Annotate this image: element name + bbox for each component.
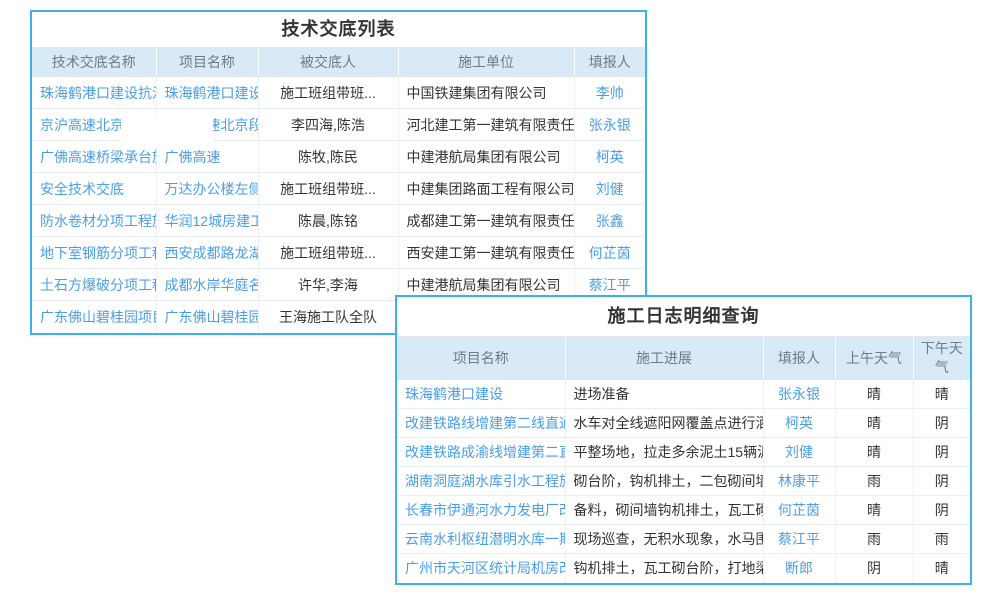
project-name-cell[interactable]: 珠海鹤港口建设 bbox=[397, 380, 565, 409]
table-row: 改建铁路线增建第二线直通线 水车对全线遮阳网覆盖点进行洒... 柯英 晴 阴 bbox=[397, 409, 970, 438]
progress-cell: 进场准备 bbox=[565, 380, 763, 409]
table-row: 地下室钢筋分项工程... 西安成都路龙湖上... 施工班组带班... 西安建工第… bbox=[32, 237, 645, 269]
construction-log-panel: 施工日志明细查询 项目名称 施工进展 填报人 上午天气 下午天气 珠海鹤港口建设… bbox=[395, 295, 972, 585]
receiver-cell: 施工班组带班... bbox=[258, 237, 398, 269]
reporter-cell[interactable]: 何芷茵 bbox=[763, 496, 835, 525]
project-name-cell[interactable]: 珠海鹤港口建设 bbox=[156, 77, 258, 109]
project-name-cell[interactable]: 湖南洞庭湖水库引水工程施工 bbox=[397, 467, 565, 496]
morning-weather-cell: 雨 bbox=[835, 467, 913, 496]
morning-weather-cell: 晴 bbox=[835, 409, 913, 438]
progress-cell: 钩机排土，瓦工砌台阶，打地梁... bbox=[565, 554, 763, 583]
morning-weather-cell: 晴 bbox=[835, 438, 913, 467]
company-cell: 成都建工第一建筑有限责任公司 bbox=[398, 205, 574, 237]
progress-cell: 水车对全线遮阳网覆盖点进行洒... bbox=[565, 409, 763, 438]
construction-log-table: 项目名称 施工进展 填报人 上午天气 下午天气 珠海鹤港口建设 进场准备 张永银… bbox=[397, 336, 970, 583]
disclosure-header-row: 技术交底名称 项目名称 被交底人 施工单位 填报人 bbox=[32, 48, 645, 77]
column-header-morning-weather: 上午天气 bbox=[835, 337, 913, 380]
table-row: 广州市天河区统计局机房改造项 钩机排土，瓦工砌台阶，打地梁... 断郎 阴 晴 bbox=[397, 554, 970, 583]
disclosure-name-cell[interactable]: 地下室钢筋分项工程... bbox=[32, 237, 156, 269]
reporter-cell[interactable]: 柯英 bbox=[574, 141, 645, 173]
disclosure-name-cell[interactable]: 土石方爆破分项工程... bbox=[32, 269, 156, 301]
progress-cell: 备料，砌间墙钩机排土，瓦工砌... bbox=[565, 496, 763, 525]
project-name-cell[interactable]: 西安成都路龙湖上... bbox=[156, 237, 258, 269]
column-header-reporter: 填报人 bbox=[574, 48, 645, 77]
morning-weather-cell: 雨 bbox=[835, 525, 913, 554]
column-header-progress: 施工进展 bbox=[565, 337, 763, 380]
afternoon-weather-cell: 晴 bbox=[913, 554, 970, 583]
afternoon-weather-cell: 阴 bbox=[913, 496, 970, 525]
column-header-afternoon-weather: 下午天气 bbox=[913, 337, 970, 380]
receiver-cell: 施工班组带班... bbox=[258, 77, 398, 109]
afternoon-weather-cell: 雨 bbox=[913, 525, 970, 554]
company-cell: 西安建工第一建筑有限责任公司 bbox=[398, 237, 574, 269]
reporter-cell[interactable]: 张鑫 bbox=[574, 205, 645, 237]
project-name-cell[interactable]: 成都水岸华庭名苑... bbox=[156, 269, 258, 301]
disclosure-name-cell[interactable]: 安全技术交底 bbox=[32, 173, 156, 205]
table-row: 安全技术交底 万达办公楼左侧A... 施工班组带班... 中建集团路面工程有限公… bbox=[32, 173, 645, 205]
table-row: 改建铁路成渝线增建第二直通线 平整场地，拉走多余泥土15辆泥... 刘健 晴 阴 bbox=[397, 438, 970, 467]
reporter-cell[interactable]: 刘健 bbox=[763, 438, 835, 467]
disclosure-list-panel: 技术交底列表 技术交底名称 项目名称 被交底人 施工单位 填报人 珠海鹤港口建设… bbox=[30, 10, 647, 335]
reporter-cell[interactable]: 刘健 bbox=[574, 173, 645, 205]
receiver-cell: 许华,李海 bbox=[258, 269, 398, 301]
column-header-disclosure-name: 技术交底名称 bbox=[32, 48, 156, 77]
progress-cell: 现场巡查，无积水现象，水马围... bbox=[565, 525, 763, 554]
reporter-cell[interactable]: 何芷茵 bbox=[574, 237, 645, 269]
afternoon-weather-cell: 阴 bbox=[913, 438, 970, 467]
table-row: 珠海鹤港口建设抗浮... 珠海鹤港口建设 施工班组带班... 中国铁建集团有限公… bbox=[32, 77, 645, 109]
reporter-cell[interactable]: 李帅 bbox=[574, 77, 645, 109]
project-name-cell[interactable]: 广州市天河区统计局机房改造项 bbox=[397, 554, 565, 583]
morning-weather-cell: 晴 bbox=[835, 380, 913, 409]
project-name-cell[interactable]: 广东佛山碧桂园项目 bbox=[156, 301, 258, 333]
company-cell: 中建港航局集团有限公司 bbox=[398, 141, 574, 173]
company-cell: 河北建工第一建筑有限责任公司 bbox=[398, 109, 574, 141]
log-header-row: 项目名称 施工进展 填报人 上午天气 下午天气 bbox=[397, 337, 970, 380]
progress-cell: 砌台阶，钩机排土，二包砌间墙... bbox=[565, 467, 763, 496]
morning-weather-cell: 晴 bbox=[835, 496, 913, 525]
progress-cell: 平整场地，拉走多余泥土15辆泥... bbox=[565, 438, 763, 467]
table-row: 珠海鹤港口建设 进场准备 张永银 晴 晴 bbox=[397, 380, 970, 409]
reporter-cell[interactable]: 蔡江平 bbox=[763, 525, 835, 554]
receiver-cell: 陈晨,陈铭 bbox=[258, 205, 398, 237]
white-overlay-artifact bbox=[121, 115, 213, 147]
disclosure-name-cell[interactable]: 广东佛山碧桂园项目... bbox=[32, 301, 156, 333]
project-name-cell[interactable]: 华润12城房建工... bbox=[156, 205, 258, 237]
reporter-cell[interactable]: 断郎 bbox=[763, 554, 835, 583]
table-row: 防水卷材分项工程施... 华润12城房建工... 陈晨,陈铭 成都建工第一建筑有… bbox=[32, 205, 645, 237]
table-row: 长春市伊通河水力发电厂改建工 备料，砌间墙钩机排土，瓦工砌... 何芷茵 晴 阴 bbox=[397, 496, 970, 525]
page: { "colors": { "accent_border": "#3ab4e8"… bbox=[0, 0, 1000, 600]
project-name-cell[interactable]: 改建铁路线增建第二线直通线 bbox=[397, 409, 565, 438]
reporter-cell[interactable]: 张永银 bbox=[763, 380, 835, 409]
column-header-project-name: 项目名称 bbox=[397, 337, 565, 380]
disclosure-name-cell[interactable]: 珠海鹤港口建设抗浮... bbox=[32, 77, 156, 109]
afternoon-weather-cell: 晴 bbox=[913, 380, 970, 409]
reporter-cell[interactable]: 柯英 bbox=[763, 409, 835, 438]
table-row: 云南水利枢纽潜明水库一期工程 现场巡查，无积水现象，水马围... 蔡江平 雨 雨 bbox=[397, 525, 970, 554]
project-name-cell[interactable]: 万达办公楼左侧A... bbox=[156, 173, 258, 205]
receiver-cell: 李四海,陈浩 bbox=[258, 109, 398, 141]
project-name-cell[interactable]: 云南水利枢纽潜明水库一期工程 bbox=[397, 525, 565, 554]
column-header-project-name: 项目名称 bbox=[156, 48, 258, 77]
afternoon-weather-cell: 阴 bbox=[913, 409, 970, 438]
reporter-cell[interactable]: 张永银 bbox=[574, 109, 645, 141]
company-cell: 中建集团路面工程有限公司 bbox=[398, 173, 574, 205]
reporter-cell[interactable]: 林康平 bbox=[763, 467, 835, 496]
disclosure-table: 技术交底名称 项目名称 被交底人 施工单位 填报人 珠海鹤港口建设抗浮... 珠… bbox=[32, 47, 645, 333]
disclosure-list-title: 技术交底列表 bbox=[32, 12, 645, 47]
morning-weather-cell: 阴 bbox=[835, 554, 913, 583]
company-cell: 中国铁建集团有限公司 bbox=[398, 77, 574, 109]
column-header-company: 施工单位 bbox=[398, 48, 574, 77]
column-header-reporter: 填报人 bbox=[763, 337, 835, 380]
disclosure-name-cell[interactable]: 防水卷材分项工程施... bbox=[32, 205, 156, 237]
construction-log-title: 施工日志明细查询 bbox=[397, 297, 970, 336]
project-name-cell[interactable]: 改建铁路成渝线增建第二直通线 bbox=[397, 438, 565, 467]
afternoon-weather-cell: 阴 bbox=[913, 467, 970, 496]
receiver-cell: 施工班组带班... bbox=[258, 173, 398, 205]
project-name-cell[interactable]: 长春市伊通河水力发电厂改建工 bbox=[397, 496, 565, 525]
column-header-receiver: 被交底人 bbox=[258, 48, 398, 77]
receiver-cell: 王海施工队全队 bbox=[258, 301, 398, 333]
table-row: 湖南洞庭湖水库引水工程施工 砌台阶，钩机排土，二包砌间墙... 林康平 雨 阴 bbox=[397, 467, 970, 496]
receiver-cell: 陈牧,陈民 bbox=[258, 141, 398, 173]
